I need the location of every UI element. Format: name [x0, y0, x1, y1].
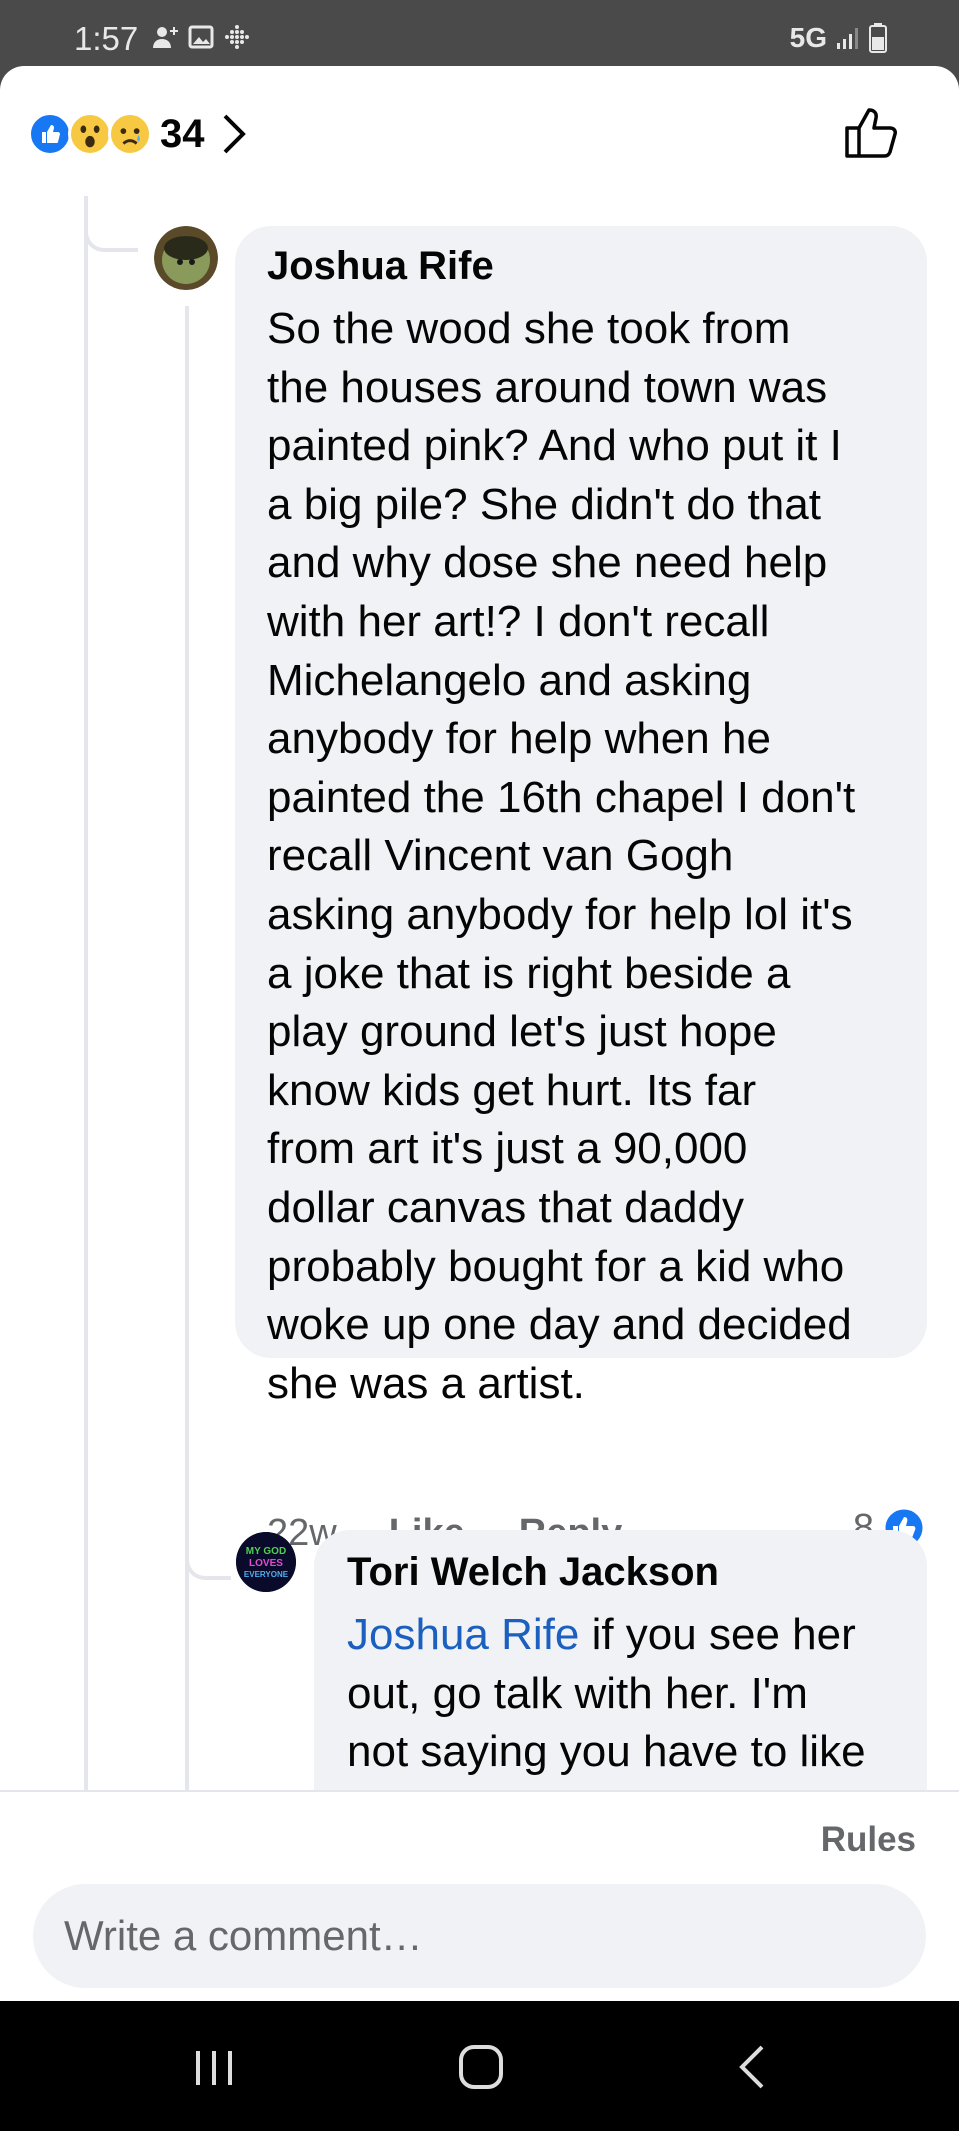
- thread-connector-1: [84, 196, 138, 252]
- comment-line: dollar canvas that daddy: [267, 1182, 744, 1232]
- composer-area: Rules Write a comment…: [0, 1790, 959, 2001]
- comment-line: woke up one day and decided: [267, 1300, 852, 1350]
- like-icon: [28, 112, 72, 156]
- person-add-icon: [153, 27, 178, 48]
- network-label: 5G: [789, 22, 827, 53]
- comment-line: asking anybody for help lol it's: [267, 889, 853, 939]
- thread-connector-2: [185, 1536, 231, 1580]
- comment-bubble[interactable]: Joshua Rife So the wood she took from th…: [235, 226, 927, 1408]
- comment-author[interactable]: Joshua Rife: [267, 244, 494, 289]
- mention-link[interactable]: Joshua Rife: [347, 1610, 579, 1659]
- battery-icon: [869, 23, 887, 53]
- wow-icon: [68, 112, 112, 156]
- comment-text: Joshua Rife if you see her out, go talk …: [347, 1606, 927, 1782]
- comment-line: play ground let's just hope: [267, 1007, 777, 1057]
- status-bar: 1:57 5G: [0, 0, 959, 66]
- rules-link[interactable]: Rules: [821, 1820, 916, 1860]
- comment-line: recall Vincent van Gogh: [267, 831, 734, 881]
- status-time: 1:57: [74, 20, 139, 57]
- comment-line: Michelangelo and asking: [267, 655, 752, 705]
- comment-line: with her art!? I don't recall: [267, 596, 770, 646]
- avatar[interactable]: [154, 226, 218, 290]
- status-right: 5G: [790, 22, 887, 54]
- reactions-summary[interactable]: 34: [28, 106, 249, 162]
- comment-line: painted pink? And who put it I: [267, 421, 842, 471]
- sad-icon: [108, 112, 152, 156]
- thread-line-outer: [84, 196, 88, 1856]
- avatar-text: LOVES: [249, 1558, 283, 1569]
- avatar-text: MY GOD: [246, 1546, 286, 1557]
- comment-line: know kids get hurt. Its far: [267, 1065, 757, 1115]
- back-icon[interactable]: [722, 2039, 782, 2095]
- dots-grid-icon: [225, 25, 249, 49]
- comment-line: painted the 16th chapel I don't: [267, 772, 856, 822]
- comment-line: the houses around town was: [267, 362, 828, 412]
- status-notification-icons: [152, 24, 250, 50]
- comment-line: anybody for help when he: [267, 714, 771, 764]
- comment-author[interactable]: Tori Welch Jackson: [347, 1550, 719, 1595]
- comment-line: not saying you have to like: [347, 1727, 866, 1777]
- recents-icon[interactable]: [184, 2039, 244, 2095]
- comment-line: a big pile? She didn't do that: [267, 479, 821, 529]
- comment-line: Joshua Rife if you see her: [347, 1606, 927, 1665]
- signal-icon: [837, 28, 858, 49]
- system-nav-bar: [0, 2001, 959, 2131]
- comment-line: So the wood she took from: [267, 304, 791, 353]
- comment-line: a joke that is right beside a: [267, 948, 791, 998]
- image-icon: [188, 25, 214, 49]
- comment-text: So the wood she took from the houses aro…: [267, 300, 917, 1413]
- reaction-count: 34: [160, 111, 205, 156]
- avatar-text: EVERYONE: [244, 1570, 289, 1579]
- home-icon[interactable]: [451, 2039, 511, 2095]
- comment-line: out, go talk with her. I'm: [347, 1668, 808, 1718]
- comment-input[interactable]: Write a comment…: [33, 1884, 926, 1988]
- comment-line: probably bought for a kid who: [267, 1241, 845, 1291]
- chevron-right-icon: [223, 114, 246, 154]
- comment-line-rest: if you see her: [579, 1610, 856, 1659]
- comment-line: and why dose she need help: [267, 538, 828, 588]
- comment-line: she was a artist.: [267, 1358, 585, 1408]
- comment-line: from art it's just a 90,000: [267, 1124, 748, 1174]
- thread-line-inner: [185, 306, 189, 1856]
- like-post-button[interactable]: [843, 102, 903, 162]
- avatar[interactable]: MY GOD LOVES EVERYONE: [236, 1532, 296, 1592]
- comments-sheet: 34 Joshua Rife So the wood she took from…: [0, 66, 959, 2001]
